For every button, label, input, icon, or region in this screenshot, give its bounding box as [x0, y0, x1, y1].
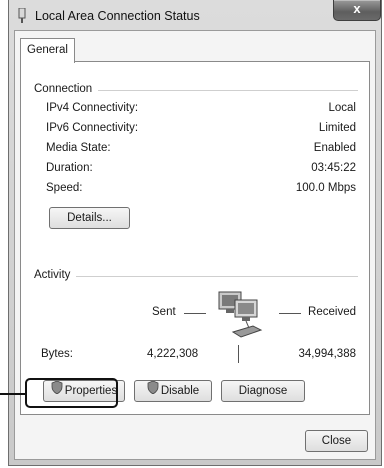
speed-value: 100.0 Mbps — [295, 182, 356, 194]
tab-general[interactable]: General — [20, 38, 75, 63]
title-bar[interactable]: Local Area Connection Status x — [9, 0, 381, 30]
sent-label: Sent — [152, 306, 176, 318]
media-state-value: Enabled — [313, 142, 356, 154]
connection-heading: Connection — [34, 83, 99, 95]
network-adapter-icon — [17, 7, 27, 24]
properties-highlight-box — [25, 378, 118, 408]
bytes-separator — [238, 345, 239, 363]
callout-line — [0, 393, 27, 395]
duration-value: 03:45:22 — [311, 162, 356, 174]
media-state-label: Media State: — [46, 142, 111, 154]
received-label: Received — [308, 306, 356, 318]
ipv4-value: Local — [328, 102, 357, 114]
shield-icon — [147, 380, 159, 401]
title-close-button[interactable]: x — [333, 0, 381, 21]
ipv4-label: IPv4 Connectivity: — [46, 102, 139, 114]
general-panel: Connection IPv4 Connectivity: Local IPv6… — [20, 61, 370, 415]
window-title: Local Area Connection Status — [35, 9, 200, 23]
speed-label: Speed: — [46, 182, 83, 194]
network-computers-icon — [213, 290, 271, 342]
activity-divider — [34, 276, 358, 277]
details-button[interactable]: Details... — [49, 207, 130, 229]
close-button[interactable]: Close — [305, 430, 368, 452]
disable-button[interactable]: Disable — [134, 380, 212, 402]
activity-heading: Activity — [34, 269, 77, 281]
received-line — [279, 313, 301, 314]
diagnose-button[interactable]: Diagnose — [221, 380, 305, 402]
disable-label: Disable — [160, 385, 200, 398]
bytes-label: Bytes: — [41, 348, 73, 360]
bytes-received-value: 34,994,388 — [298, 348, 356, 360]
ipv6-value: Limited — [318, 122, 356, 134]
sent-line — [184, 313, 206, 314]
ipv6-label: IPv6 Connectivity: — [46, 122, 139, 134]
bytes-sent-value: 4,222,308 — [147, 348, 199, 360]
duration-label: Duration: — [46, 162, 93, 174]
